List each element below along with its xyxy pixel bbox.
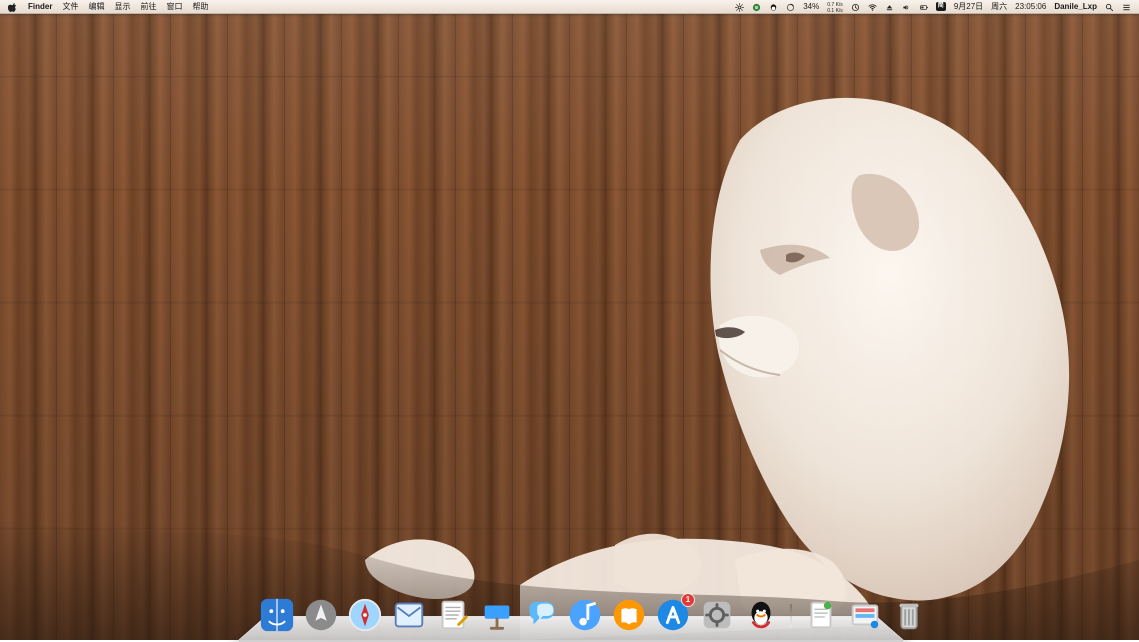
menu-bar: Finder 文件 编辑 显示 前往 窗口 帮助 34% 0.7 K/s 0.1… [0,0,1139,14]
net-down: 0.1 K/s [827,7,843,14]
notification-center-icon[interactable] [1122,3,1131,12]
menu-window[interactable]: 窗口 [166,0,182,13]
battery-icon[interactable] [919,3,928,12]
menu-go[interactable]: 前往 [140,0,156,13]
app-store-icon[interactable]: 1 [654,594,694,634]
keynote-icon[interactable] [478,596,516,634]
trash-icon[interactable] [890,596,928,634]
menu-bar-right: 34% 0.7 K/s 0.1 K/s 简 9月27日 周六 23:05:06 … [735,0,1131,14]
menu-help[interactable]: 帮助 [192,0,208,13]
app-store-badge: 1 [682,594,694,606]
green-app-icon[interactable] [752,3,761,12]
weekday: 周六 [991,2,1008,11]
system-preferences-icon[interactable] [698,596,736,634]
date: 9月27日 [953,2,984,11]
menu-file[interactable]: 文件 [62,0,78,13]
document-stack-icon[interactable] [802,596,840,634]
network-speed[interactable]: 0.7 K/s 0.1 K/s [827,2,843,14]
qq-icon[interactable] [769,3,778,12]
qq-dock-icon[interactable] [742,596,780,634]
itunes-icon[interactable] [566,596,604,634]
downloads-stack-icon[interactable] [846,596,884,634]
wifi-icon[interactable] [868,3,877,12]
lion-wallpaper [0,97,1139,640]
menu-edit[interactable]: 编辑 [88,0,104,13]
launchpad-icon[interactable] [302,596,340,634]
clock-icon[interactable] [851,3,860,12]
time: 23:05:06 [1015,2,1047,11]
textedit-icon[interactable] [434,596,472,634]
volume-icon[interactable] [902,3,911,12]
gear-icon[interactable] [735,3,745,12]
username[interactable]: Danile_Lxp [1054,0,1097,13]
app-name[interactable]: Finder [28,0,52,13]
menu-view[interactable]: 显示 [114,0,130,13]
messages-icon[interactable] [522,596,560,634]
apple-icon[interactable] [7,2,18,12]
dock-separator [786,596,796,634]
safari-icon[interactable] [346,596,384,634]
menu-bar-left: Finder 文件 编辑 显示 前往 窗口 帮助 [7,0,208,13]
desktop-background [0,0,1139,640]
ibooks-icon[interactable] [610,596,648,634]
battery-ring-icon[interactable] [786,3,795,12]
battery-percent: 34% [803,2,820,11]
dock: 1 [258,594,928,634]
spotlight-search-icon[interactable] [1105,3,1114,12]
mail-icon[interactable] [390,596,428,634]
eject-icon[interactable] [885,3,894,12]
input-method-icon[interactable]: 简 [935,2,946,11]
finder-icon[interactable] [258,596,296,634]
